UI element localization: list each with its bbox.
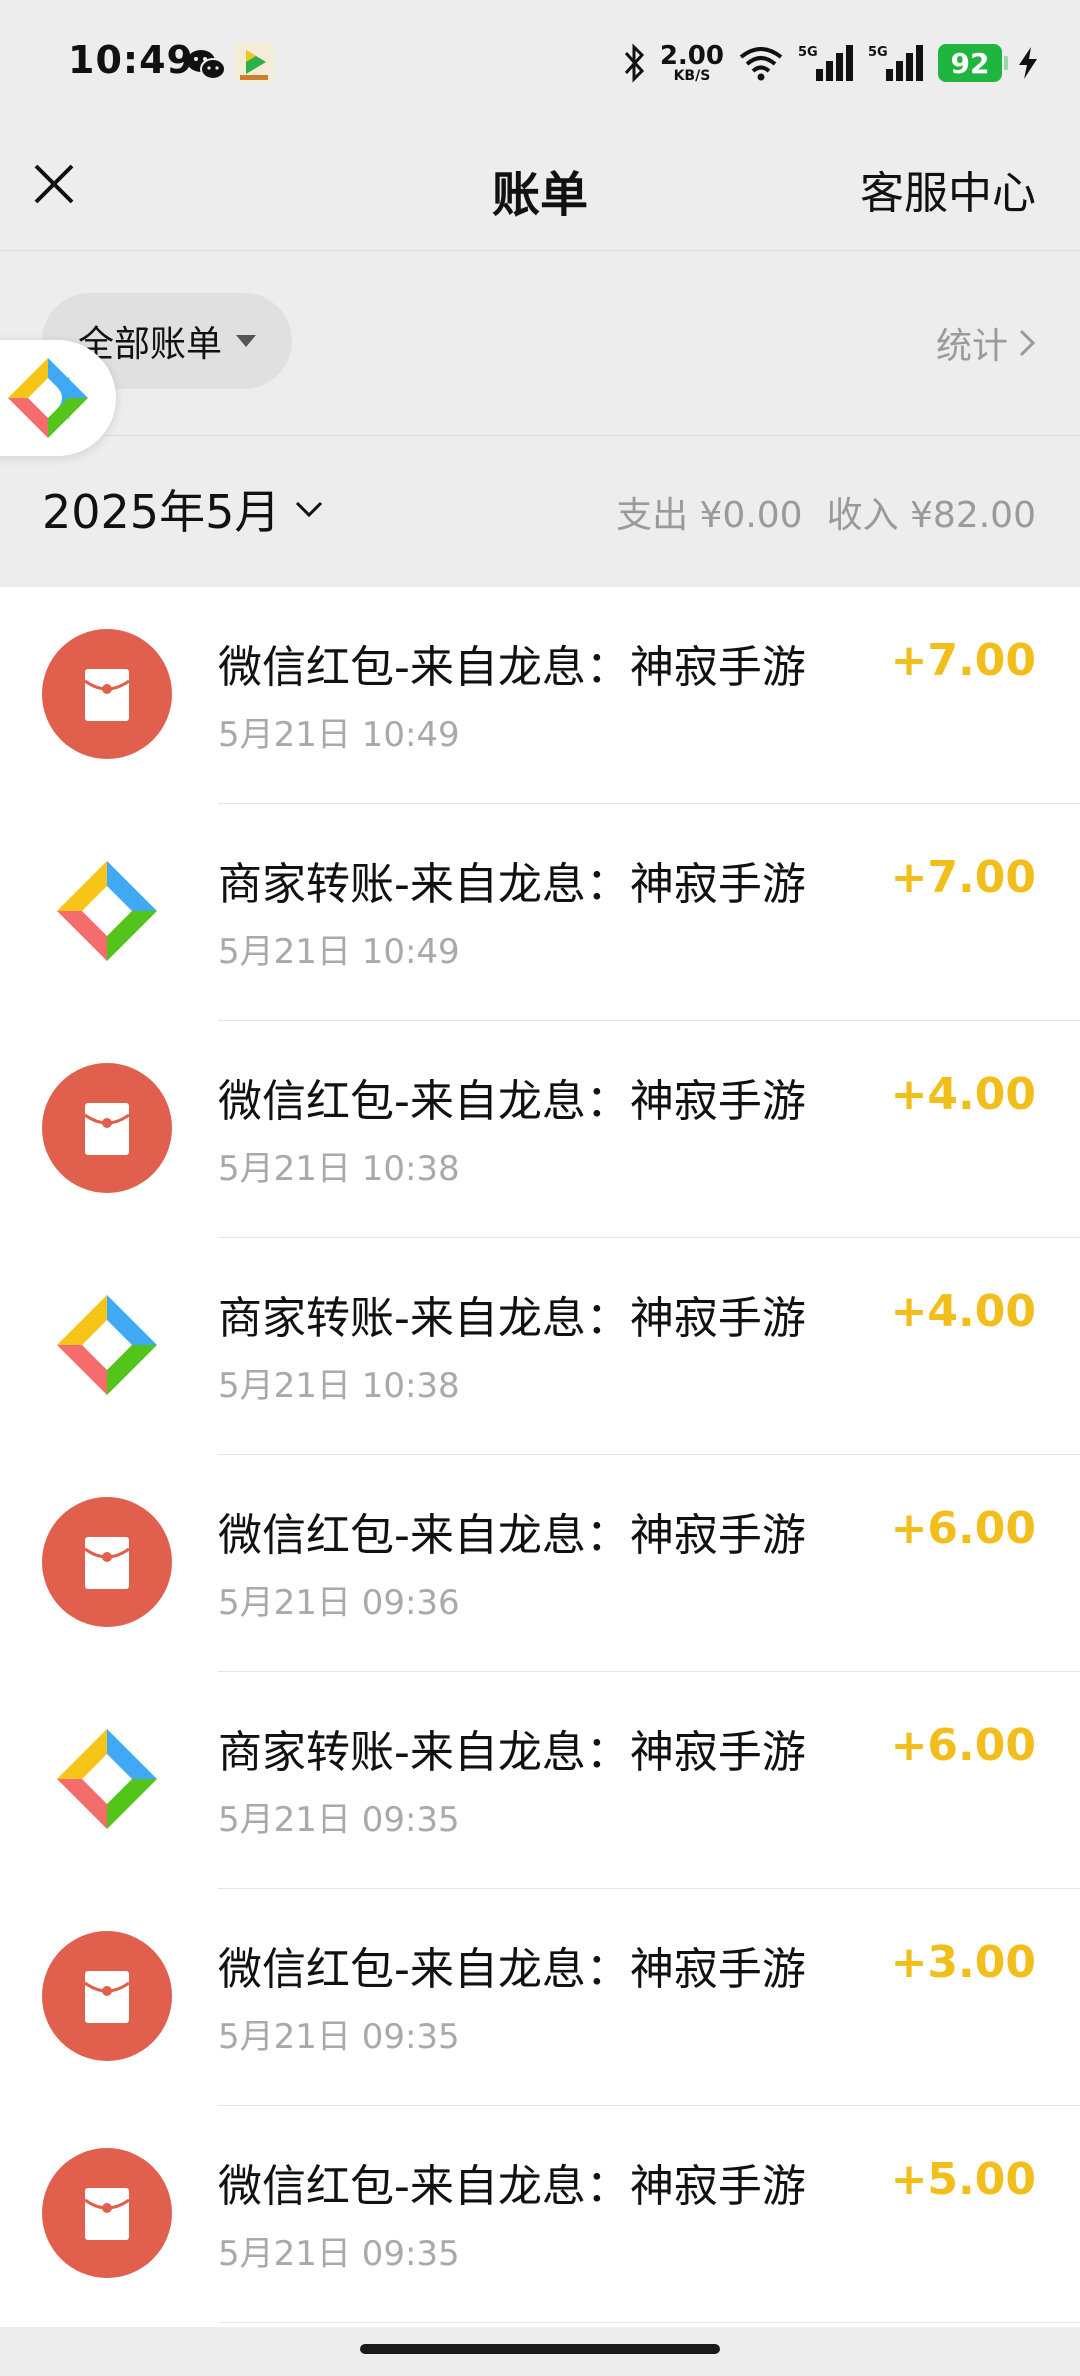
status-time: 10:49 [68,38,194,82]
transaction-time: 5月21日 10:49 [218,715,460,755]
signal-label: 5G [798,45,818,60]
transaction-row[interactable]: 微信红包-来自龙息：神寂手游 5月21日 09:35 +5.00 [0,2106,1080,2323]
wechat-notification-icon [187,50,226,80]
red-packet-icon [42,1063,172,1193]
transaction-time: 5月21日 09:35 [218,2017,460,2057]
transaction-amount: +7.00 [890,852,1036,903]
transaction-time: 5月21日 10:38 [218,1149,460,1189]
month-summary: 支出 ¥0.00 收入 ¥82.00 [592,486,1036,538]
month-selector[interactable]: 2025年5月 [42,476,324,542]
signal-5g-icon: 5G [798,45,853,81]
wifi-icon [739,47,783,81]
transaction-row[interactable]: 微信红包-来自龙息：神寂手游 5月21日 10:38 +4.00 [0,1021,1080,1238]
network-speed: 2.00 KB/S [659,41,724,84]
transaction-time: 5月21日 10:38 [218,1366,460,1406]
transaction-row[interactable]: 微信红包-来自龙息：神寂手游 5月21日 09:35 +3.00 [0,1889,1080,2106]
chevron-right-icon [1019,329,1036,357]
merchant-transfer-icon [42,1714,172,1844]
transaction-title: 微信红包-来自龙息：神寂手游 [218,1944,806,1995]
transaction-title: 商家转账-来自龙息：神寂手游 [218,859,806,910]
transaction-row[interactable]: 商家转账-来自龙息：神寂手游 5月21日 09:35 +6.00 [0,1672,1080,1889]
transaction-row[interactable]: 商家转账-来自龙息：神寂手游 5月21日 10:49 +7.00 [0,804,1080,1021]
customer-service-link[interactable]: 客服中心 [860,157,1036,221]
red-packet-icon [42,2148,172,2278]
transaction-amount: +6.00 [890,1720,1036,1771]
red-packet-icon [42,1931,172,2061]
expense-total: 支出 ¥0.00 [616,495,803,536]
transaction-title: 微信红包-来自龙息：神寂手游 [218,1510,806,1561]
signal-label: 5G [868,45,888,60]
statistics-label: 统计 [935,326,1008,367]
row-divider [218,2322,1080,2323]
charging-icon [1019,47,1037,79]
game-notification-icon [234,42,274,82]
home-gesture-bar[interactable] [360,2344,720,2354]
transaction-amount: +5.00 [890,2154,1036,2205]
transaction-amount: +4.00 [890,1286,1036,1337]
transaction-title: 商家转账-来自龙息：神寂手游 [218,1293,806,1344]
transaction-amount: +4.00 [890,1069,1036,1120]
month-label: 2025年5月 [42,485,281,539]
red-packet-icon [42,1497,172,1627]
transaction-title: 微信红包-来自龙息：神寂手游 [218,1076,806,1127]
transaction-row[interactable]: 微信红包-来自龙息：神寂手游 5月21日 10:49 +7.00 [0,587,1080,804]
income-total: 收入 ¥82.00 [826,495,1036,536]
battery-indicator: 92 [938,44,1008,82]
signal-5g-icon-2: 5G [868,45,923,81]
transaction-title: 微信红包-来自龙息：神寂手游 [218,642,806,693]
transaction-row[interactable]: 商家转账-来自龙息：神寂手游 5月21日 10:38 +4.00 [0,1238,1080,1455]
transaction-time: 5月21日 09:35 [218,1800,460,1840]
month-bar: 2025年5月 支出 ¥0.00 收入 ¥82.00 [0,436,1080,586]
transaction-list: 微信红包-来自龙息：神寂手游 5月21日 10:49 +7.00 商家转账-来自龙息… [0,587,1080,2327]
statistics-link[interactable]: 统计 [936,317,1036,369]
transaction-time: 5月21日 09:35 [218,2234,460,2274]
transaction-time: 5月21日 10:49 [218,932,460,972]
filter-bar: 全部账单 统计 [0,251,1080,436]
merchant-transfer-icon [42,846,172,976]
transaction-amount: +7.00 [890,635,1036,686]
status-icons: 2.00 KB/S 5G 5G 92 [622,38,1040,88]
transaction-amount: +6.00 [890,1503,1036,1554]
transaction-amount: +3.00 [890,1937,1036,1988]
pinwheel-app-icon [8,358,88,438]
transaction-title: 商家转账-来自龙息：神寂手游 [218,1727,806,1778]
transaction-row[interactable]: 微信红包-来自龙息：神寂手游 5月21日 09:36 +6.00 [0,1455,1080,1672]
chevron-down-icon [296,501,323,518]
red-packet-icon [42,629,172,759]
title-bar: 账单 客服中心 [0,125,1080,251]
caret-down-icon [236,335,256,347]
transaction-title: 微信红包-来自龙息：神寂手游 [218,2161,806,2212]
status-bar: 10:49 2.00 KB/S 5G 5G 92 [0,0,1080,125]
bluetooth-icon [624,43,644,83]
merchant-transfer-icon [42,1280,172,1410]
transaction-time: 5月21日 09:36 [218,1583,460,1623]
